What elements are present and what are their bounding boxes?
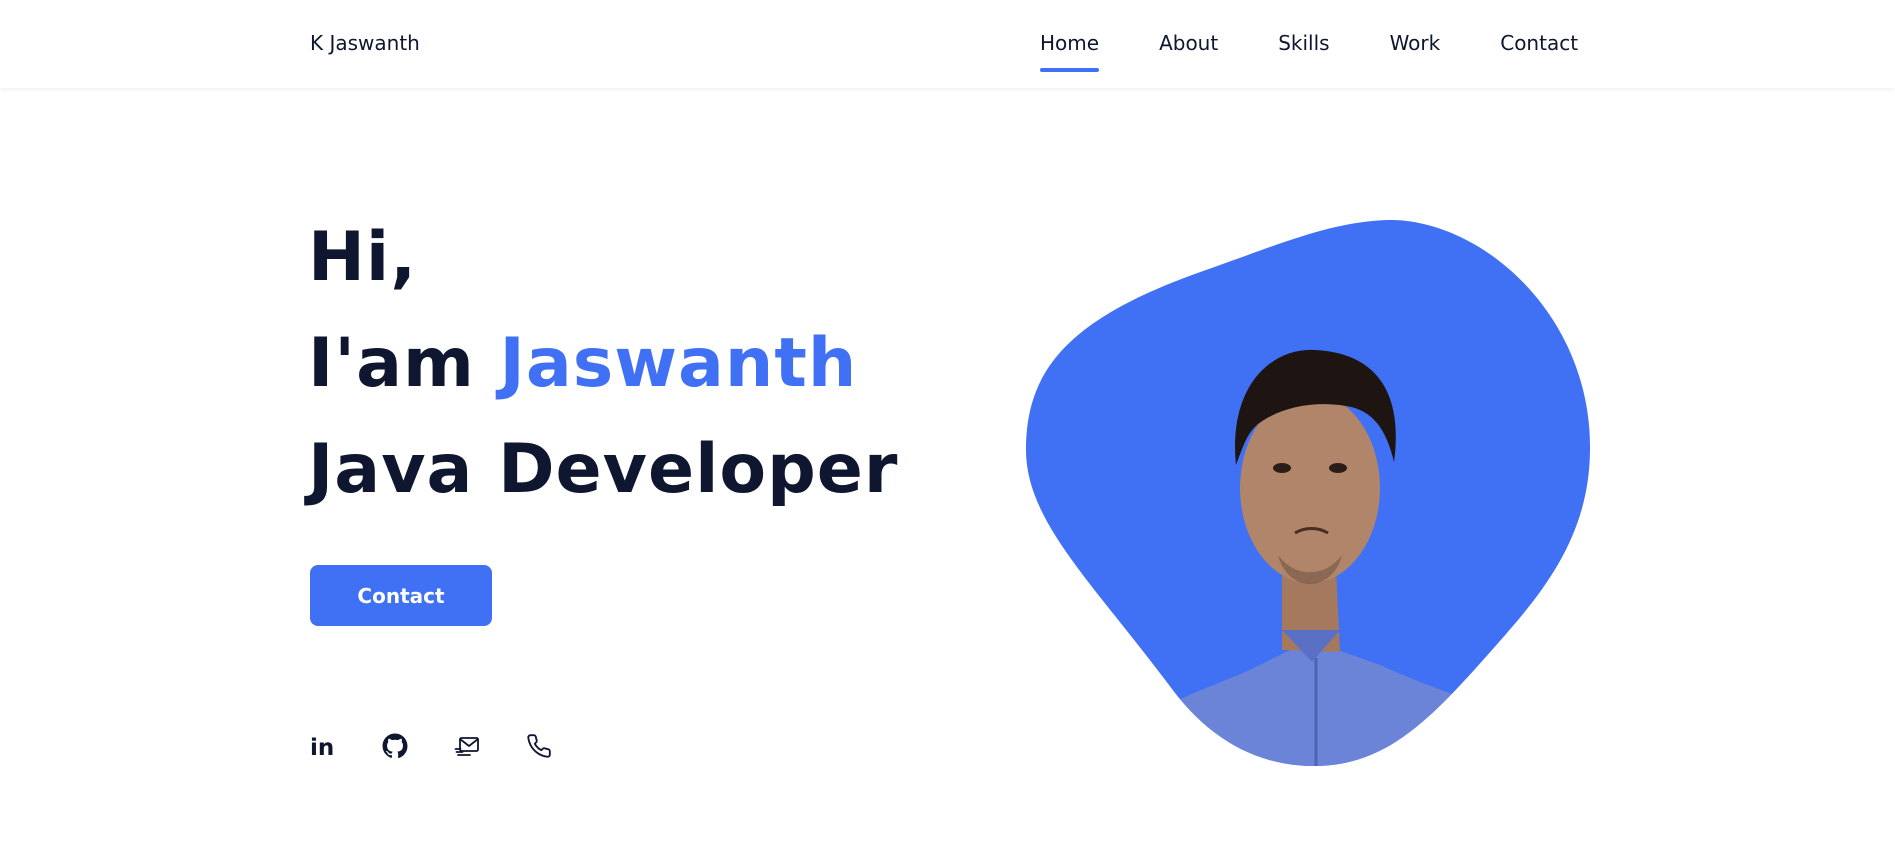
social-links: in xyxy=(310,730,552,762)
hero-role: Java Developer xyxy=(308,430,899,509)
mail-icon xyxy=(454,737,479,756)
person-left-eye xyxy=(1273,463,1291,473)
phone-link[interactable] xyxy=(526,733,552,759)
hero-image xyxy=(1020,210,1600,770)
hero-name: Jaswanth xyxy=(499,324,858,403)
brand-logo[interactable]: K Jaswanth xyxy=(310,30,420,56)
blob-group xyxy=(1026,219,1591,767)
profile-illustration xyxy=(1026,219,1591,767)
nav-link-home[interactable]: Home xyxy=(1040,30,1100,74)
email-link[interactable] xyxy=(454,733,480,759)
hero-greeting: Hi, xyxy=(308,218,418,297)
nav-item-home: Home xyxy=(1040,30,1100,74)
hero-title: Hi, I'am Jaswanth Java Developer xyxy=(308,205,898,523)
site-header: K Jaswanth Home About Skills Work Contac… xyxy=(0,0,1895,88)
github-link[interactable] xyxy=(382,733,408,759)
linkedin-icon: in xyxy=(310,735,334,759)
nav-link-about[interactable]: About xyxy=(1159,30,1218,74)
nav-item-contact: Contact xyxy=(1500,30,1578,74)
person-right-eye xyxy=(1329,463,1347,473)
linkedin-link[interactable]: in xyxy=(310,733,336,759)
linkedin-icon-text: in xyxy=(310,735,334,759)
nav-list: Home About Skills Work Contact xyxy=(1040,30,1578,74)
phone-icon xyxy=(527,734,551,758)
nav-item-work: Work xyxy=(1390,30,1441,74)
nav-link-contact[interactable]: Contact xyxy=(1500,30,1578,74)
github-icon xyxy=(382,733,408,759)
nav-link-skills[interactable]: Skills xyxy=(1278,30,1329,74)
nav-item-skills: Skills xyxy=(1278,30,1329,74)
hero-intro-prefix: I'am xyxy=(308,324,500,403)
nav-link-work[interactable]: Work xyxy=(1390,30,1441,74)
hero-intro: I'am Jaswanth xyxy=(308,311,898,417)
contact-button[interactable]: Contact xyxy=(310,565,492,626)
nav-item-about: About xyxy=(1159,30,1218,74)
